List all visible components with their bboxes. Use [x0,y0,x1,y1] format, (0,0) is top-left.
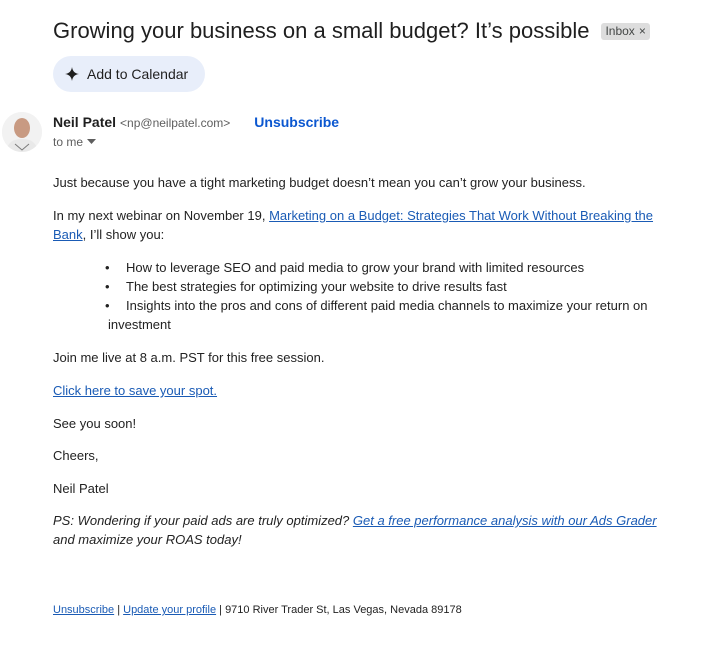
list-item-text: The best strategies for optimizing your … [126,279,507,294]
cta-paragraph: Click here to save your spot. [53,381,663,400]
avatar[interactable] [2,112,42,152]
save-spot-link[interactable]: Click here to save your spot. [53,383,217,398]
signature-name: Neil Patel [53,481,109,496]
update-profile-link[interactable]: Update your profile [123,604,216,616]
recipient-details-toggle[interactable]: to me [53,135,97,149]
body-paragraph-5: Cheers, [53,448,99,463]
list-item-text: Insights into the pros and cons of diffe… [126,298,648,313]
list-item-text: investment [108,317,171,332]
bullet-marker: • [105,260,110,275]
footer-separator: | [216,604,226,616]
ps-suffix: and maximize your ROAS today! [53,532,242,547]
subject-row: Growing your business on a small budget?… [53,18,650,44]
body-paragraph-3: Join me live at 8 a.m. PST for this free… [53,350,325,365]
list-item: • How to leverage SEO and paid media to … [53,258,663,277]
ps-paragraph: PS: Wondering if your paid ads are truly… [53,511,663,549]
unsubscribe-button[interactable]: Unsubscribe [254,114,339,130]
footer-address: 9710 River Trader St, Las Vegas, Nevada … [225,604,462,616]
email-subject: Growing your business on a small budget?… [53,18,590,43]
recipient-label: to me [53,135,84,149]
inbox-label-chip[interactable]: Inbox × [601,22,650,40]
ads-grader-link[interactable]: Get a free performance analysis with our… [353,513,657,528]
webinar-intro-text: In my next webinar on November 19, [53,208,270,223]
sender-email: <np@neilpatel.com> [120,116,231,130]
add-to-calendar-label: Add to Calendar [87,66,189,82]
list-item: • The best strategies for optimizing you… [53,277,663,296]
body-paragraph-2: In my next webinar on November 19, Marke… [53,206,663,244]
webinar-intro-suffix: , I’ll show you: [82,227,165,242]
list-item-text: How to leverage SEO and paid media to gr… [126,260,585,275]
list-item-continuation: investment [53,315,663,334]
sender-name: Neil Patel [53,114,117,130]
ps-text: PS: Wondering if your paid ads are truly… [53,513,353,528]
footer-unsubscribe-link[interactable]: Unsubscribe [53,604,114,616]
benefits-list: • How to leverage SEO and paid media to … [53,258,663,334]
email-footer: Unsubscribe | Update your profile | 9710… [53,604,462,616]
bullet-marker: • [105,279,110,294]
list-item: • Insights into the pros and cons of dif… [53,296,663,315]
body-paragraph-1: Just because you have a tight marketing … [53,175,586,190]
add-to-calendar-button[interactable]: Add to Calendar [53,56,205,92]
body-paragraph-4: See you soon! [53,416,137,431]
chevron-down-icon [87,139,97,144]
label-chip-text: Inbox [605,23,635,38]
close-icon[interactable]: × [639,24,646,38]
sender-row: Neil Patel <np@neilpatel.com> Unsubscrib… [53,114,339,130]
bullet-marker: • [105,298,110,313]
sender-avatar-image [2,112,42,152]
footer-separator: | [114,604,124,616]
sparkle-icon [65,67,79,81]
